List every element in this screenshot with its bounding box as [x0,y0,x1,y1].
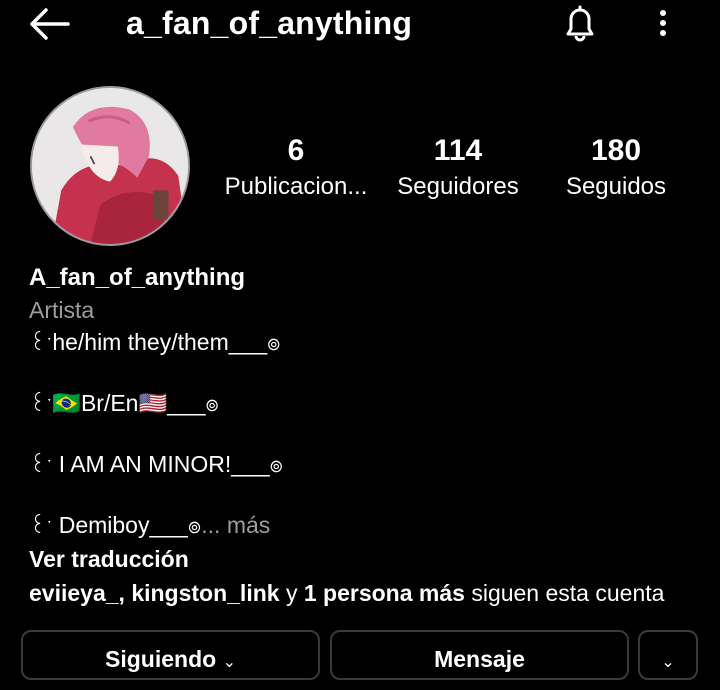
bio-suffix: ๏ [205,391,219,416]
posts-label: Publicacion... [224,173,368,200]
bio-suffix: ๏ [269,452,284,477]
following-button[interactable]: Siguiendo ⌄ [21,630,320,680]
followed-by-conjunction: y [279,580,304,606]
bio-text: Demiboy___ [52,512,188,538]
followed-by-line: eviieya_, kingston_link y 1 persona más … [29,576,709,610]
following-button-label: Siguiendo [105,646,217,672]
bio-prefix: ꒰ˑ [29,513,53,538]
message-button-label: Mensaje [434,646,525,672]
profile-category: Artista [29,297,95,323]
following-count: 180 [590,134,642,167]
more-vertical-icon[interactable] [650,6,676,42]
follower-link[interactable]: eviieya_ [29,580,119,606]
suggestions-button[interactable]: ⌄ [638,630,698,680]
chevron-down-icon: ⌄ [222,654,236,671]
bio-prefix: ꒰ˑ [29,452,53,477]
chevron-down-icon: ⌄ [661,654,675,671]
followers-stat[interactable]: 114 Seguidores [392,132,524,204]
bio-text: 🇧🇷Br/En🇺🇸___ [52,390,206,416]
following-label: Seguidos [565,173,667,200]
profile-avatar[interactable] [30,86,190,246]
profile-username: a_fan_of_anything [126,5,413,41]
bio-text: he/him they/them___ [52,329,268,355]
bio-suffix: ๏ [187,513,202,538]
bio-more-link[interactable]: ... más [201,512,270,538]
bio-line: ꒰ˑ Demiboy___๏... más [29,509,709,542]
followed-by-separator: , [118,580,132,606]
bio-text: I AM AN MINOR!___ [52,451,270,477]
posts-count: 6 [287,134,305,167]
followed-by-others-link[interactable]: 1 persona más [304,580,465,606]
bio-line: ꒰ˑ I AM AN MINOR!___๏ [29,448,709,481]
top-bar: a_fan_of_anything [0,0,720,48]
followers-count: 114 [433,134,483,167]
bio-suffix: ๏ [267,330,281,355]
bio-prefix: ꒰ˑ [29,330,53,355]
bell-icon[interactable] [560,2,600,44]
posts-stat[interactable]: 6 Publicacion... [220,132,372,204]
bio-prefix: ꒰ˑ [29,391,53,416]
following-stat[interactable]: 180 Seguidos [552,132,680,204]
follower-link[interactable]: kingston_link [131,580,279,606]
bio-line: ꒰ˑ🇧🇷Br/En🇺🇸___๏ [29,387,709,420]
message-button[interactable]: Mensaje [330,630,629,680]
bio-line: ꒰ˑhe/him they/them___๏ [29,326,709,359]
profile-bio: A_fan_of_anything Artista ꒰ˑhe/him they/… [29,262,709,610]
followers-label: Seguidores [397,173,519,200]
arrow-left-icon[interactable] [28,6,72,42]
display-name: A_fan_of_anything [29,264,246,291]
followed-by-tail: siguen esta cuenta [464,580,665,606]
see-translation-link[interactable]: Ver traducción [29,542,709,576]
